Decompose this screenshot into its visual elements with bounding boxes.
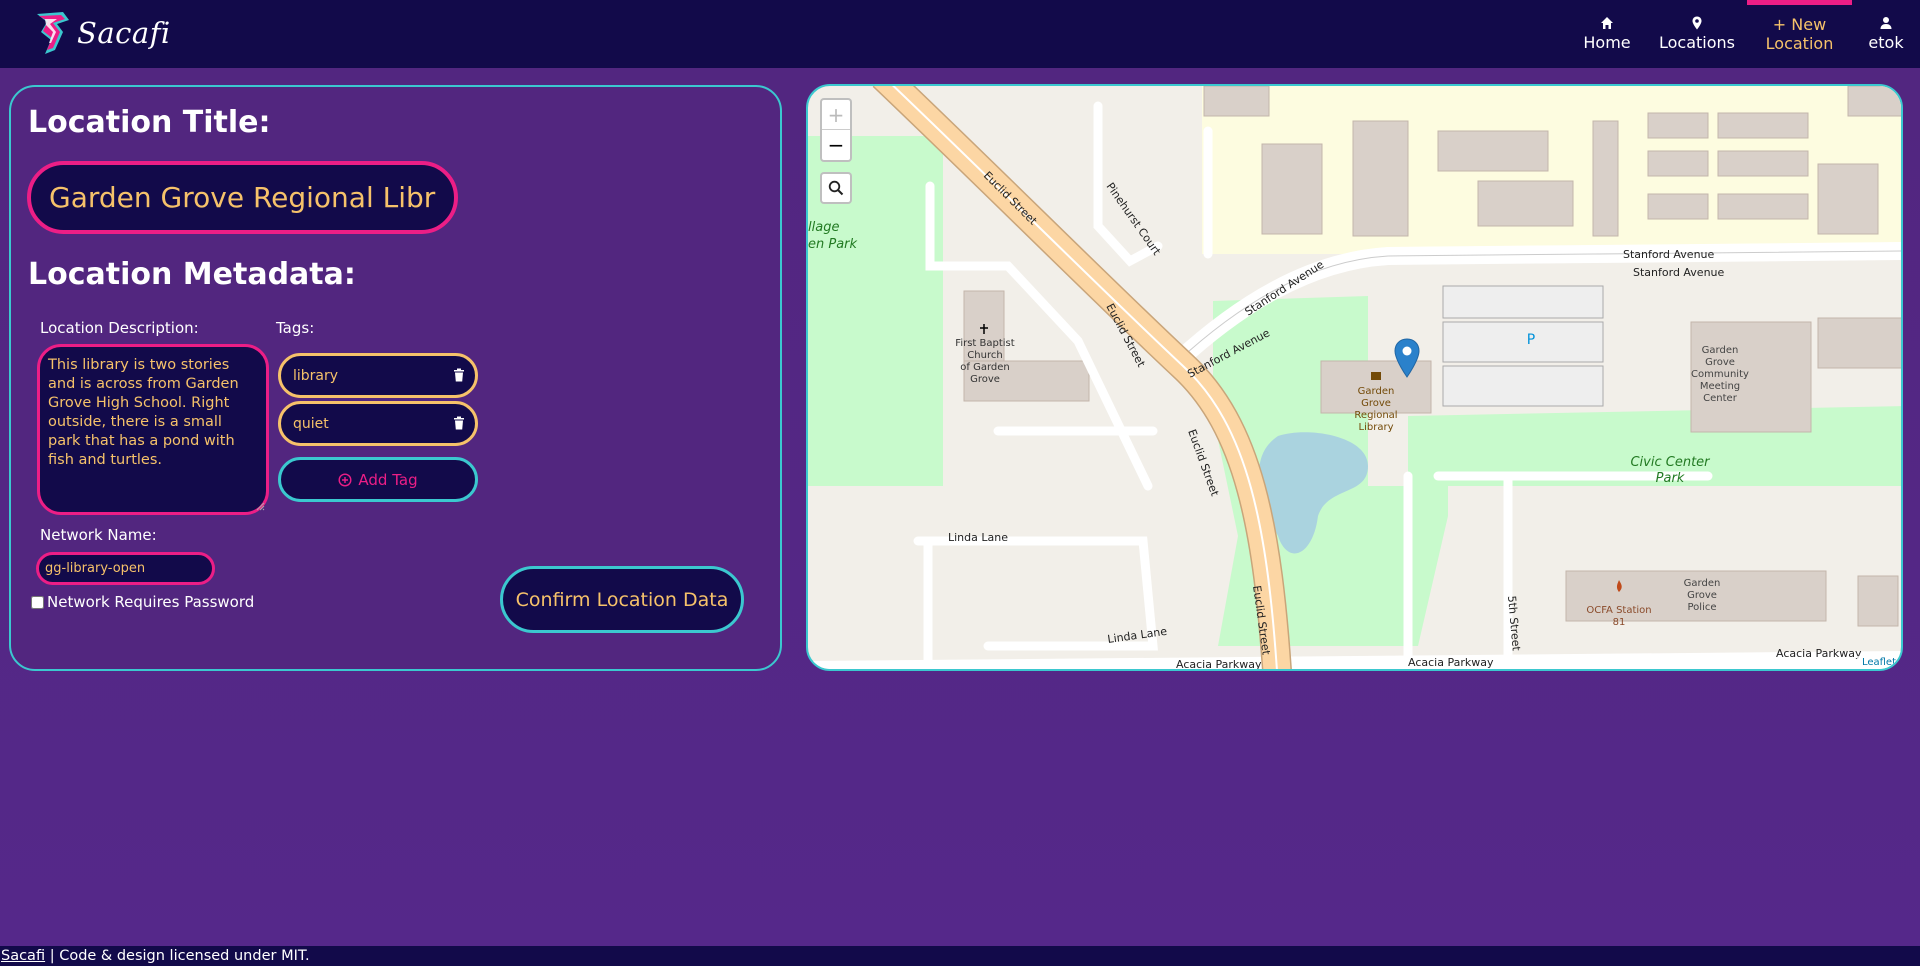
network-name-input[interactable] bbox=[36, 552, 215, 585]
brand[interactable]: Sacafi bbox=[33, 10, 171, 56]
nav-new-label-line2: Location bbox=[1765, 34, 1834, 53]
home-icon bbox=[1601, 17, 1613, 29]
svg-text:Church: Church bbox=[967, 350, 1002, 361]
svg-text:Grove: Grove bbox=[1705, 357, 1735, 368]
location-title-heading: Location Title: bbox=[28, 105, 271, 140]
svg-text:Stanford Avenue: Stanford Avenue bbox=[1633, 266, 1725, 279]
nav-locations[interactable]: Locations bbox=[1647, 0, 1747, 68]
footer-license-text: Code & design licensed under MIT. bbox=[59, 948, 310, 964]
map-pin-icon bbox=[1692, 16, 1702, 30]
svg-text:OCFA Station: OCFA Station bbox=[1586, 605, 1651, 616]
trash-icon[interactable] bbox=[453, 368, 465, 382]
svg-text:of Garden: of Garden bbox=[960, 362, 1009, 373]
svg-text:Civic Center: Civic Center bbox=[1630, 455, 1711, 470]
parking-symbol: P bbox=[1527, 332, 1535, 348]
footer-separator: | bbox=[49, 948, 55, 964]
nav-user-label: etok bbox=[1868, 33, 1904, 52]
nav-home-label: Home bbox=[1583, 33, 1631, 52]
svg-text:Police: Police bbox=[1688, 602, 1717, 613]
footer-sacafi-link[interactable]: Sacafi bbox=[1, 948, 45, 964]
top-navbar: Sacafi Home Locations + New Location eto… bbox=[0, 0, 1920, 68]
library-labels: Garden Grove Regional Library bbox=[1354, 386, 1397, 433]
password-row: Network Requires Password bbox=[31, 593, 254, 611]
nav-user[interactable]: etok bbox=[1852, 0, 1920, 68]
svg-text:Euclid Street: Euclid Street bbox=[1185, 428, 1221, 499]
svg-text:Garden: Garden bbox=[1358, 386, 1395, 397]
tags-label: Tags: bbox=[276, 319, 315, 337]
trash-icon[interactable] bbox=[453, 416, 465, 430]
user-icon bbox=[1880, 17, 1892, 29]
library-icon bbox=[1371, 372, 1381, 380]
svg-text:Grove: Grove bbox=[1687, 590, 1717, 601]
zoom-control: + − bbox=[820, 98, 852, 162]
add-tag-button[interactable]: Add Tag bbox=[278, 457, 478, 502]
tag-label: quiet bbox=[293, 415, 329, 432]
svg-text:Stanford Avenue: Stanford Avenue bbox=[1623, 248, 1715, 261]
svg-text:Garden: Garden bbox=[1684, 578, 1721, 589]
svg-text:Regional: Regional bbox=[1354, 410, 1397, 421]
svg-text:Grove: Grove bbox=[970, 374, 1000, 385]
tag-label: library bbox=[293, 367, 339, 384]
confirm-location-button[interactable]: Confirm Location Data bbox=[500, 566, 744, 633]
zoom-in-button[interactable]: + bbox=[822, 100, 850, 130]
map-tiles[interactable]: P Euclid Street Euclid Street Euclid Str… bbox=[808, 86, 1903, 671]
brand-name: Sacafi bbox=[77, 16, 171, 50]
tag-chip: quiet bbox=[278, 401, 478, 446]
plus-circle-icon bbox=[338, 472, 352, 487]
svg-text:Acacia Parkway: Acacia Parkway bbox=[1776, 647, 1862, 660]
network-name-label: Network Name: bbox=[40, 526, 157, 544]
password-required-checkbox[interactable] bbox=[31, 595, 44, 609]
description-label: Location Description: bbox=[40, 319, 199, 337]
location-title-input[interactable] bbox=[27, 161, 458, 234]
parking-lot bbox=[1442, 285, 1604, 407]
resize-grip-icon[interactable] bbox=[255, 501, 265, 511]
sacafi-logo-icon bbox=[37, 12, 69, 54]
nav-locations-label: Locations bbox=[1658, 33, 1735, 52]
nav-home[interactable]: Home bbox=[1567, 0, 1647, 68]
svg-text:Linda Lane: Linda Lane bbox=[948, 531, 1008, 544]
location-form-panel: Location Title: Location Metadata: Locat… bbox=[9, 85, 782, 671]
svg-text:Garden: Garden bbox=[1702, 345, 1739, 356]
add-tag-label: Add Tag bbox=[358, 470, 418, 489]
svg-text:Center: Center bbox=[1703, 393, 1738, 404]
description-textarea[interactable]: This library is two stories and is acros… bbox=[37, 344, 269, 515]
map-view[interactable]: P Euclid Street Euclid Street Euclid Str… bbox=[806, 84, 1903, 671]
nav-new-label-line1: + New bbox=[1772, 15, 1827, 34]
nav-new-location[interactable]: + New Location bbox=[1747, 0, 1852, 68]
map-attribution[interactable]: Leaflet bbox=[1856, 656, 1901, 669]
tag-chip: library bbox=[278, 353, 478, 398]
nav-menu: Home Locations + New Location etok bbox=[1567, 0, 1920, 68]
svg-text:Grove: Grove bbox=[1361, 398, 1391, 409]
map-marker-icon[interactable] bbox=[1394, 338, 1420, 378]
svg-text:Acacia Parkway: Acacia Parkway bbox=[1408, 656, 1494, 669]
svg-text:81: 81 bbox=[1613, 617, 1626, 628]
svg-text:Acacia Parkway: Acacia Parkway bbox=[1176, 658, 1262, 671]
password-required-label: Network Requires Password bbox=[47, 593, 255, 611]
search-icon bbox=[828, 180, 844, 196]
svg-text:Meeting: Meeting bbox=[1700, 381, 1740, 392]
svg-text:Library: Library bbox=[1359, 422, 1394, 433]
svg-text:Park: Park bbox=[1656, 471, 1685, 486]
location-metadata-heading: Location Metadata: bbox=[28, 257, 356, 292]
svg-text:First Baptist: First Baptist bbox=[955, 338, 1014, 349]
svg-text:en Park: en Park bbox=[808, 237, 858, 252]
zoom-out-button[interactable]: − bbox=[822, 130, 850, 160]
svg-text:llage: llage bbox=[808, 220, 839, 235]
map-search-button[interactable] bbox=[820, 172, 852, 204]
svg-text:Community: Community bbox=[1691, 369, 1749, 380]
acacia-parkway bbox=[808, 651, 1901, 669]
footer: Sacafi | Code & design licensed under MI… bbox=[0, 946, 1920, 966]
